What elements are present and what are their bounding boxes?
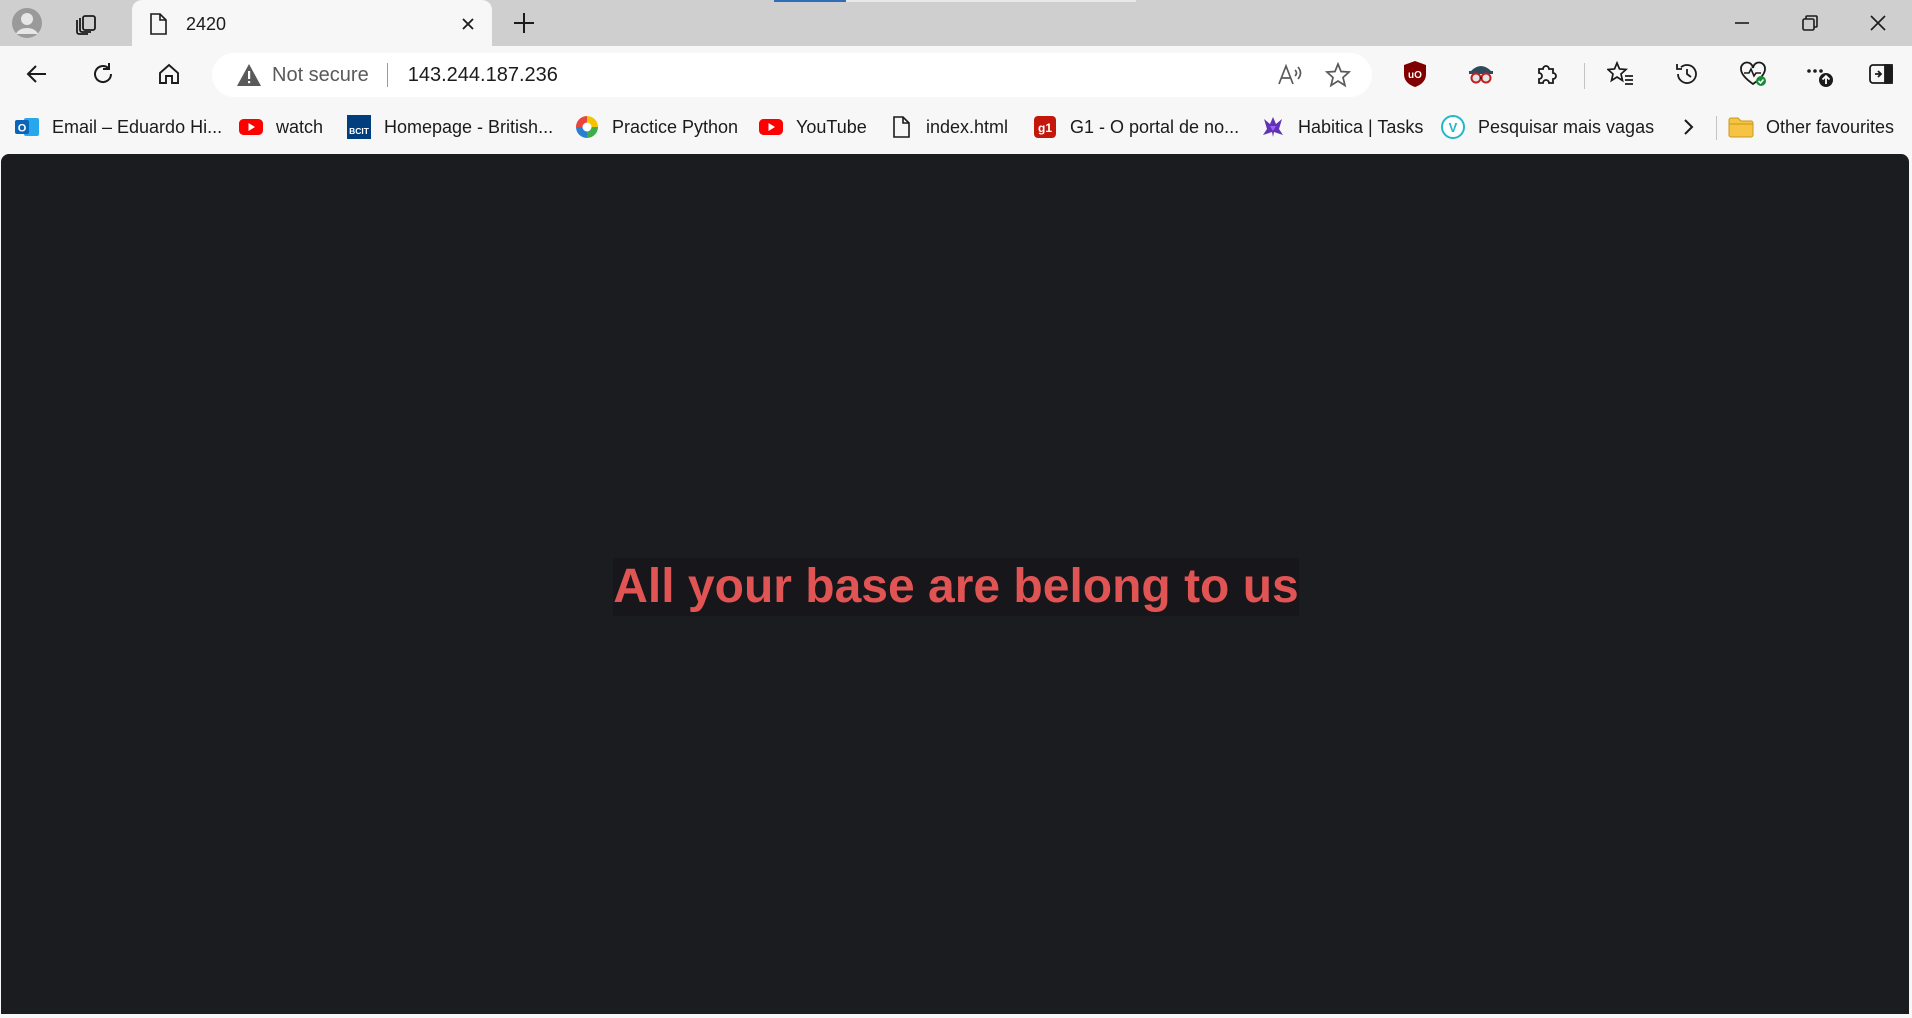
minimize-button[interactable] <box>1708 0 1776 46</box>
chevron-right-icon <box>1684 119 1694 135</box>
more-options-icon <box>1807 69 1833 87</box>
address-bar[interactable]: Not secure 143.244.187.236 <box>212 53 1372 97</box>
bookmark-g1[interactable]: g1 G1 - O portal de no... <box>1032 112 1239 142</box>
history-button[interactable] <box>1662 52 1712 96</box>
bookmark-label: Pesquisar mais vagas <box>1478 116 1655 137</box>
title-bar: 2420 <box>0 0 1912 48</box>
svg-text:V: V <box>1449 120 1458 135</box>
add-favourite-button[interactable] <box>1314 55 1362 95</box>
bookmark-label: G1 - O portal de no... <box>1070 116 1240 137</box>
browser-essentials-button[interactable] <box>1728 52 1778 96</box>
bookmark-watch[interactable]: watch <box>238 112 323 142</box>
practice-python-icon <box>574 114 600 140</box>
outlook-icon: O <box>14 114 40 140</box>
bookmark-practice-python[interactable]: Practice Python <box>574 112 738 142</box>
habitica-icon <box>1260 114 1286 140</box>
bookmark-british[interactable]: BCIT Homepage - British... <box>346 112 553 142</box>
address-divider <box>386 63 388 87</box>
g1-icon: g1 <box>1032 114 1058 140</box>
bookmark-index-html[interactable]: index.html <box>888 112 1008 142</box>
vagas-icon: V <box>1440 114 1466 140</box>
bookmark-label: Practice Python <box>612 116 739 137</box>
bookmark-label: Email – Eduardo Hi... <box>52 116 223 137</box>
bookmarks-divider <box>1716 116 1717 140</box>
spy-extension-button[interactable] <box>1456 52 1506 96</box>
profile-avatar-icon <box>12 8 42 38</box>
history-icon <box>1676 64 1697 84</box>
home-button[interactable] <box>146 52 192 96</box>
workspaces-button[interactable] <box>62 4 110 42</box>
close-window-button[interactable] <box>1844 0 1912 46</box>
restore-button[interactable] <box>1776 0 1844 46</box>
refresh-icon <box>94 63 113 83</box>
page-viewport: All your base are belong to us <box>1 154 1909 1014</box>
new-tab-button[interactable] <box>500 2 548 44</box>
toolbar-divider <box>1584 63 1585 89</box>
settings-and-more-button[interactable] <box>1794 52 1844 96</box>
bookmark-label: Other favourites <box>1766 116 1895 137</box>
youtube-icon <box>758 114 784 140</box>
bookmark-label: watch <box>276 116 324 137</box>
page-icon <box>150 13 167 35</box>
close-icon <box>462 18 474 30</box>
sidebar-toggle-button[interactable] <box>1856 52 1906 96</box>
incognito-spy-icon <box>1469 66 1493 84</box>
ublock-icon: uO <box>1404 61 1426 87</box>
plus-icon <box>514 13 534 33</box>
active-tab[interactable]: 2420 <box>132 0 492 48</box>
restore-icon <box>1802 15 1818 31</box>
more-bookmarks-button[interactable] <box>1670 112 1706 142</box>
puzzle-icon <box>1538 65 1557 84</box>
navigation-bar: Not secure 143.244.187.236 uO <box>0 46 1912 102</box>
url-text[interactable]: 143.244.187.236 <box>408 64 1266 87</box>
close-icon <box>1870 15 1886 31</box>
security-label[interactable]: Not secure <box>272 64 369 87</box>
back-arrow-icon <box>26 65 46 83</box>
read-aloud-icon <box>1278 63 1302 85</box>
svg-text:uO: uO <box>1408 70 1422 81</box>
folder-icon <box>1728 114 1754 140</box>
heart-pulse-icon <box>1740 61 1766 86</box>
favourites-icon <box>1607 61 1633 85</box>
star-icon <box>1325 62 1351 88</box>
page-headline: All your base are belong to us <box>613 558 1299 616</box>
workspaces-icon <box>76 15 96 35</box>
bookmark-label: YouTube <box>796 116 867 137</box>
bookmark-outlook[interactable]: O Email – Eduardo Hi... <box>14 112 222 142</box>
bookmark-label: index.html <box>926 116 1009 137</box>
warning-icon[interactable] <box>236 62 262 88</box>
bookmark-habitica[interactable]: Habitica | Tasks <box>1260 112 1423 142</box>
bookmark-vagas[interactable]: V Pesquisar mais vagas <box>1440 112 1654 142</box>
bookmark-label: Homepage - British... <box>384 116 554 137</box>
other-favourites-folder[interactable]: Other favourites <box>1728 112 1894 142</box>
svg-text:BCIT: BCIT <box>349 126 370 136</box>
tab-close-button[interactable] <box>448 4 488 44</box>
loading-indicator <box>774 0 1136 2</box>
svg-text:O: O <box>18 123 27 135</box>
read-aloud-button[interactable] <box>1266 55 1314 95</box>
ublock-extension-button[interactable]: uO <box>1390 52 1440 96</box>
back-button[interactable] <box>14 52 60 96</box>
sidebar-icon <box>1869 64 1893 84</box>
extensions-button[interactable] <box>1522 52 1572 96</box>
svg-text:g1: g1 <box>1038 121 1052 135</box>
refresh-button[interactable] <box>80 52 126 96</box>
bookmark-youtube[interactable]: YouTube <box>758 112 867 142</box>
home-icon <box>159 63 179 84</box>
profile-button[interactable] <box>3 4 51 42</box>
favourites-button[interactable] <box>1596 52 1646 96</box>
minimize-icon <box>1735 22 1749 24</box>
bookmark-label: Habitica | Tasks <box>1298 116 1424 137</box>
youtube-icon <box>238 114 264 140</box>
file-icon <box>888 114 914 140</box>
tab-title: 2420 <box>186 13 227 34</box>
bookmarks-bar: O Email – Eduardo Hi... watch BCIT Homep… <box>0 102 1912 152</box>
bcit-icon: BCIT <box>346 114 372 140</box>
